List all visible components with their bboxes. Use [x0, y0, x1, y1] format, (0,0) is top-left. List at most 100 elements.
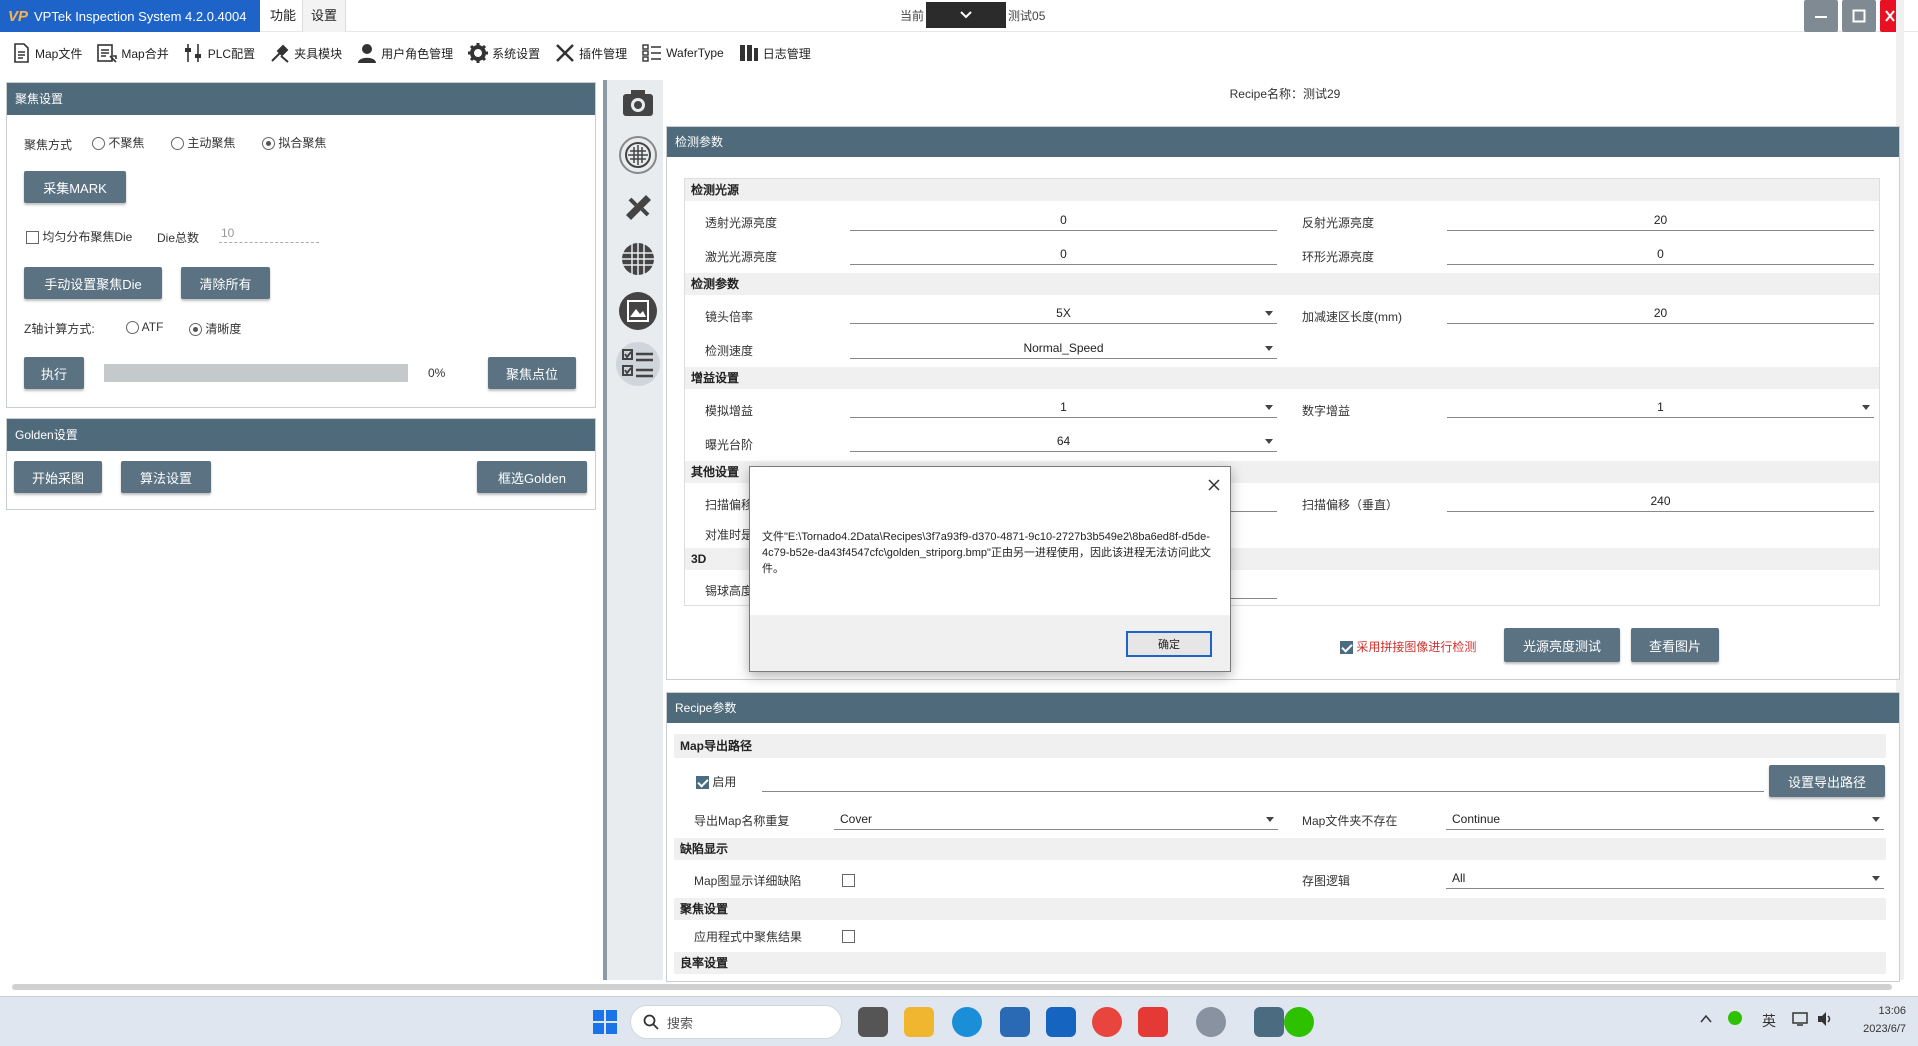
view-image-button[interactable]: 查看图片: [1631, 628, 1719, 662]
focus-mode-label: 聚焦方式: [24, 138, 73, 152]
toolbar-system-settings[interactable]: 系统设置: [467, 42, 540, 64]
camera-icon[interactable]: [619, 84, 657, 122]
dialog-close-button[interactable]: [1202, 473, 1226, 497]
analog-gain-select[interactable]: 1: [850, 396, 1277, 418]
accel-length-input[interactable]: 20: [1447, 302, 1874, 324]
app-gray-icon[interactable]: [1196, 1007, 1226, 1037]
store-icon[interactable]: [1000, 1007, 1030, 1037]
checkbox-checked-icon: [696, 776, 709, 790]
checklist-icon[interactable]: [616, 342, 660, 386]
start-button[interactable]: [592, 1009, 618, 1035]
solder-ball-height-label: 锡球高度: [705, 584, 754, 598]
toolbar-map-file[interactable]: Map文件: [10, 42, 82, 64]
trans-light-input[interactable]: 0: [850, 209, 1277, 231]
minimize-button[interactable]: [1804, 0, 1838, 32]
ime-indicator[interactable]: 英: [1762, 1011, 1776, 1031]
dialog-ok-button[interactable]: 确定: [1126, 631, 1212, 657]
z-axis-calc-label: Z轴计算方式:: [24, 322, 95, 336]
select-golden-button[interactable]: 框选Golden: [477, 461, 587, 493]
detect-param-section: 检测参数: [685, 273, 1879, 295]
scan-offset-v-input[interactable]: 240: [1447, 490, 1874, 512]
toolbar-plugin-manager[interactable]: 插件管理: [554, 42, 627, 64]
detailed-defect-checkbox[interactable]: [842, 872, 855, 888]
side-icon-bar: [603, 80, 663, 980]
windows-icon: [593, 1010, 617, 1034]
wafer-map-icon[interactable]: [619, 136, 657, 174]
focus-mode-none[interactable]: 不聚焦: [92, 134, 144, 151]
start-capture-button[interactable]: 开始采图: [14, 461, 102, 493]
focus-mode-fit[interactable]: 拟合聚焦: [262, 134, 326, 151]
detection-params-title: 检测参数: [667, 127, 1899, 157]
ring-light-input[interactable]: 0: [1447, 243, 1874, 265]
tray-wechat-icon[interactable]: [1728, 1011, 1742, 1025]
clock-time[interactable]: 13:06: [1850, 1005, 1906, 1017]
light-source-section: 检测光源: [685, 179, 1879, 201]
die-total-input[interactable]: 10: [219, 226, 319, 243]
volume-icon[interactable]: [1816, 1011, 1834, 1027]
light-test-button[interactable]: 光源亮度测试: [1504, 628, 1620, 662]
network-icon[interactable]: [1792, 1011, 1810, 1027]
exposure-step-label: 曝光台阶: [705, 438, 754, 452]
digital-gain-select[interactable]: 1: [1447, 396, 1874, 418]
tray-chevron-up-icon[interactable]: [1700, 1013, 1712, 1025]
focus-point-button[interactable]: 聚焦点位: [488, 357, 576, 389]
save-image-logic-select[interactable]: All: [1446, 867, 1884, 889]
yield-section: 良率设置: [674, 952, 1886, 974]
detect-speed-select[interactable]: Normal_Speed: [850, 337, 1277, 359]
radio-icon: [126, 321, 139, 335]
menu-func[interactable]: 功能: [262, 0, 304, 32]
measure-tool-icon[interactable]: [619, 188, 657, 226]
toolbar-log-manager[interactable]: 日志管理: [738, 42, 811, 64]
uniform-die-checkbox[interactable]: 均匀分布聚焦Die: [26, 228, 132, 245]
vptek-app-icon[interactable]: [1254, 1007, 1284, 1037]
image-frame-icon[interactable]: [619, 292, 657, 330]
execute-button[interactable]: 执行: [24, 357, 84, 389]
collect-mark-button[interactable]: 采集MARK: [24, 171, 126, 203]
focus-progress-text: 0%: [428, 366, 446, 380]
taskbar-search[interactable]: 搜索: [630, 1005, 842, 1039]
enable-export-checkbox[interactable]: 启用: [696, 773, 736, 790]
folder-missing-select[interactable]: Continue: [1446, 808, 1884, 830]
export-path-input[interactable]: [762, 770, 1764, 792]
toolbar-map-merge[interactable]: Map合并: [96, 42, 169, 64]
toolbar-plc-config[interactable]: PLC配置: [183, 42, 255, 64]
chrome-icon[interactable]: [1092, 1007, 1122, 1037]
exposure-step-select[interactable]: 64: [850, 430, 1277, 452]
grid-sphere-icon[interactable]: [619, 240, 657, 278]
manual-focus-die-button[interactable]: 手动设置聚焦Die: [24, 267, 162, 299]
current-recipe-combo[interactable]: 当前 测试05: [900, 2, 1045, 28]
algorithm-settings-button[interactable]: 算法设置: [121, 461, 211, 493]
apply-focus-checkbox[interactable]: [842, 928, 855, 944]
app-title: VP VPTek Inspection System 4.2.0.4004: [0, 0, 260, 32]
lens-select[interactable]: 5X: [850, 302, 1277, 324]
toolbar-user-role[interactable]: 用户角色管理: [356, 42, 453, 64]
clock-date[interactable]: 2023/6/7: [1840, 1023, 1906, 1035]
task-view-icon[interactable]: [858, 1007, 888, 1037]
detect-speed-label: 检测速度: [705, 344, 754, 358]
duplicate-name-select[interactable]: Cover: [834, 808, 1278, 830]
reflect-light-label: 反射光源亮度: [1302, 216, 1375, 230]
toolbar-wafer-type[interactable]: WaferType: [641, 42, 724, 64]
app-red-icon[interactable]: [1138, 1007, 1168, 1037]
file-explorer-icon[interactable]: [904, 1007, 934, 1037]
toolbar-fixture-module[interactable]: 夹具模块: [269, 42, 342, 64]
recipe-dropdown-button[interactable]: [926, 2, 1007, 28]
mail-icon[interactable]: [1046, 1007, 1076, 1037]
focus-mode-active[interactable]: 主动聚焦: [171, 134, 235, 151]
laser-light-input[interactable]: 0: [850, 243, 1277, 265]
clear-all-button[interactable]: 清除所有: [181, 267, 270, 299]
laser-light-label: 激光光源亮度: [705, 250, 778, 264]
radio-selected-icon: [189, 323, 202, 337]
reflect-light-input[interactable]: 20: [1447, 209, 1874, 231]
edge-browser-icon[interactable]: [952, 1007, 982, 1037]
checkbox-icon: [842, 874, 855, 888]
z-mode-sharpness[interactable]: 清晰度: [189, 320, 241, 337]
duplicate-name-label: 导出Map名称重复: [694, 814, 790, 828]
z-mode-atf[interactable]: ATF: [126, 320, 163, 335]
set-export-path-button[interactable]: 设置导出路径: [1769, 765, 1885, 797]
horizontal-scrollbar[interactable]: [12, 984, 1892, 990]
menu-settings[interactable]: 设置: [302, 0, 347, 32]
wechat-icon[interactable]: [1284, 1007, 1314, 1037]
maximize-button[interactable]: [1842, 0, 1876, 32]
stitch-image-checkbox[interactable]: 采用拼接图像进行检测: [1340, 638, 1476, 655]
